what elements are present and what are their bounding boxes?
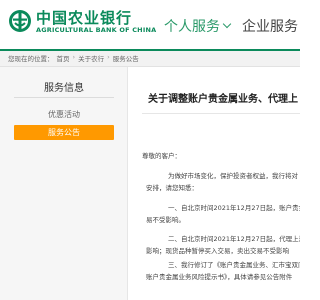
paragraph-line: 影响；现货品种暂停买入交易，卖出交易不受影响 bbox=[146, 247, 289, 255]
paragraph-line: 账户贵金属业务风险提示书》，具体请参见公告附件 bbox=[146, 273, 293, 281]
paragraph-line: 安排，请您知悉： bbox=[146, 184, 198, 192]
brand-name-cn[interactable]: 中国农业银行 bbox=[36, 7, 132, 28]
abc-logo-icon[interactable] bbox=[8, 9, 32, 33]
article-divider bbox=[142, 113, 300, 114]
breadcrumb-separator: › bbox=[72, 53, 76, 61]
paragraph-line: 三、我行修订了《账户贵金属业务、汇市宝双向 bbox=[168, 261, 300, 269]
site-header: 中国农业银行 AGRICULTURAL BANK OF CHINA 个人服务 企… bbox=[0, 0, 300, 56]
breadcrumb-bar: 您现在的位置： 首页 › 关于农行 › 服务公告 bbox=[0, 51, 300, 67]
article-greeting: 尊敬的客户： bbox=[142, 152, 181, 160]
breadcrumb-prefix: 您现在的位置： bbox=[8, 55, 54, 63]
article-paragraph: 二、自北京时间2021年12月27日起，代理上海 影响；现货品种暂停买入交易，卖… bbox=[146, 233, 300, 257]
sidebar: 服务信息 优惠活动 服务公告 bbox=[0, 67, 128, 300]
article-paragraph: 为做好市场变化，保护投资者权益，我行将对 安排，请您知悉： bbox=[146, 170, 298, 194]
article-panel: 关于调整账户贵金属业务、代理上 尊敬的客户： 为做好市场变化，保护投资者权益，我… bbox=[134, 67, 300, 300]
breadcrumb-about[interactable]: 关于农行 bbox=[78, 53, 104, 63]
breadcrumb: 您现在的位置： 首页 › 关于农行 › 服务公告 bbox=[8, 53, 139, 63]
sidebar-item-promotions[interactable]: 优惠活动 bbox=[14, 107, 114, 122]
paragraph-line: 二、自北京时间2021年12月27日起，代理上海 bbox=[168, 235, 300, 243]
paragraph-line: 易不受影响。 bbox=[146, 216, 185, 224]
breadcrumb-home[interactable]: 首页 bbox=[57, 53, 70, 63]
sidebar-item-service-notices[interactable]: 服务公告 bbox=[14, 125, 114, 140]
article-paragraph: 三、我行修订了《账户贵金属业务、汇市宝双向 账户贵金属业务风险提示书》，具体请参… bbox=[146, 259, 300, 283]
breadcrumb-separator: › bbox=[107, 53, 110, 61]
paragraph-line: 一、自北京时间2021年12月27日起，账户贵金 bbox=[168, 204, 300, 212]
nav-corporate-services[interactable]: 企业服务 bbox=[242, 14, 298, 38]
nav-corporate-label: 企业服务 bbox=[242, 19, 298, 35]
nav-personal-services[interactable]: 个人服务 bbox=[164, 14, 232, 38]
nav-personal-label: 个人服务 bbox=[164, 19, 220, 35]
chevron-down-icon bbox=[222, 19, 232, 29]
article-title: 关于调整账户贵金属业务、代理上 bbox=[148, 94, 298, 105]
breadcrumb-notices[interactable]: 服务公告 bbox=[113, 53, 139, 63]
brand-name-en: AGRICULTURAL BANK OF CHINA bbox=[36, 26, 157, 34]
sidebar-divider bbox=[14, 97, 114, 98]
sidebar-title: 服务信息 bbox=[44, 83, 84, 94]
article-paragraph: 一、自北京时间2021年12月27日起，账户贵金 易不受影响。 bbox=[146, 202, 300, 226]
paragraph-line: 为做好市场变化，保护投资者权益，我行将对 bbox=[168, 172, 298, 180]
